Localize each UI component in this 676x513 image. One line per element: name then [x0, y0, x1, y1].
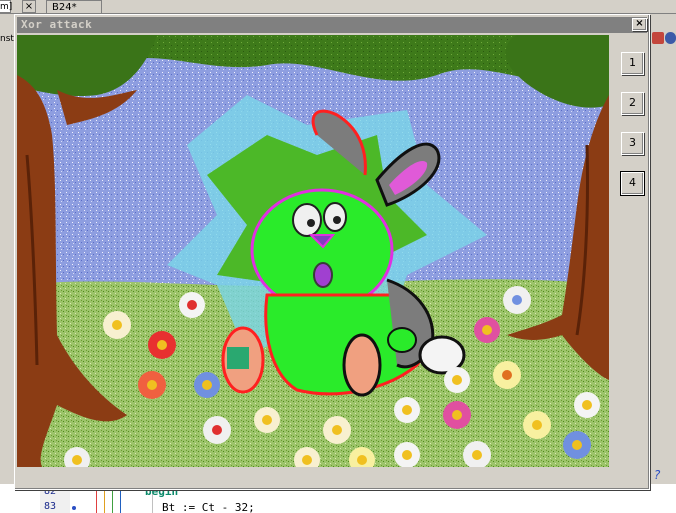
image-canvas [17, 35, 609, 467]
line-number: 83 [44, 501, 57, 512]
toolbar-icons [652, 30, 676, 46]
help-icon[interactable]: ? [654, 468, 660, 482]
editor-tab-bar: m] × B24* [0, 0, 676, 14]
editor-tab-partial[interactable]: m] [0, 0, 12, 13]
editor-tab-close-button[interactable]: × [22, 0, 36, 13]
image-button-3[interactable]: 3 [621, 132, 644, 155]
rabbit-picture [17, 35, 609, 467]
toolbar-globe-icon[interactable] [665, 32, 676, 44]
image-button-2[interactable]: 2 [621, 92, 644, 115]
breakpoint-dot-icon[interactable] [72, 506, 76, 510]
window-title: Xor attack [21, 18, 93, 31]
editor-tab-b24[interactable]: B24* [46, 0, 102, 13]
image-button-1[interactable]: 1 [621, 52, 644, 75]
toolbar-tool-icon[interactable] [652, 32, 664, 44]
code-line: Bt := Ct - 32; [162, 501, 255, 513]
xor-attack-window: Xor attack × 1 2 3 4 [14, 14, 650, 490]
window-titlebar[interactable]: Xor attack × [17, 17, 647, 33]
image-button-4[interactable]: 4 [621, 172, 644, 195]
window-close-button[interactable]: × [632, 18, 647, 31]
ide-side-text: nst [0, 34, 14, 44]
